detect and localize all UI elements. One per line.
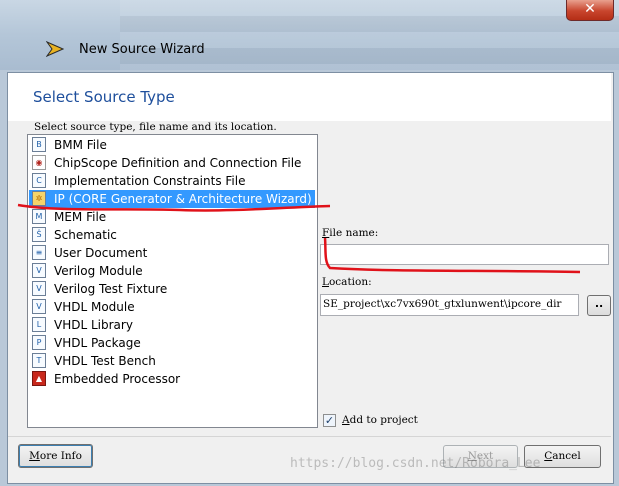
constraints-file-icon: C [32,173,46,188]
source-type-label: Schematic [54,228,117,242]
add-to-project-label-key: A [342,414,350,426]
source-type-item[interactable]: C Implementation Constraints File [29,172,315,190]
source-type-label: VHDL Module [54,300,135,314]
wizard-icon [46,41,64,57]
window-title: New Source Wizard [79,42,205,57]
source-type-item[interactable]: Ŝ Schematic [29,226,315,244]
schematic-icon: Ŝ [32,227,46,242]
page-heading: Select Source Type [33,88,175,106]
source-type-item[interactable]: ◉ ChipScope Definition and Connection Fil… [29,154,315,172]
bmm-file-icon: B [32,137,46,152]
source-type-label: User Document [54,246,148,260]
verilog-module-icon: V [32,263,46,278]
source-type-label: IP (CORE Generator & Architecture Wizard… [54,192,312,206]
close-button[interactable]: ✕ [566,0,614,21]
source-type-label: VHDL Test Bench [54,354,156,368]
source-type-label: Implementation Constraints File [54,174,246,188]
ip-core-icon: ✲ [32,191,46,206]
location-label-key: L [322,276,329,288]
source-type-item[interactable]: V VHDL Module [29,298,315,316]
source-type-item[interactable]: ≡ User Document [29,244,315,262]
source-type-item[interactable]: V Verilog Module [29,262,315,280]
cancel-label: ancel [552,450,581,462]
file-name-label: File name: [322,227,378,239]
watermark-text: https://blog.csdn.net/Robora_Lee [290,456,541,471]
mem-file-icon: M [32,209,46,224]
file-name-input[interactable] [320,244,609,265]
document-icon: ≡ [32,245,46,260]
source-type-label: Verilog Module [54,264,143,278]
file-name-label-text: ile name: [329,227,379,239]
source-type-item[interactable]: L VHDL Library [29,316,315,334]
add-to-project-label-text: dd to project [349,414,418,426]
source-type-item[interactable]: P VHDL Package [29,334,315,352]
source-type-item[interactable]: ✲ IP (CORE Generator & Architecture Wizar… [29,190,315,208]
source-type-label: Verilog Test Fixture [54,282,168,296]
add-to-project-label: Add to project [342,414,418,426]
instruction-text: Select source type, file name and its lo… [34,121,277,133]
source-type-item[interactable]: B BMM File [29,136,315,154]
source-type-label: Embedded Processor [54,372,181,386]
more-info-button[interactable]: More Info [18,444,93,468]
source-type-label: ChipScope Definition and Connection File [54,156,302,170]
embedded-processor-icon: ▲ [32,371,46,386]
title-bar [0,0,619,70]
source-type-item[interactable]: T VHDL Test Bench [29,352,315,370]
source-type-item[interactable]: ▲ Embedded Processor [29,370,315,388]
vhdl-testbench-icon: T [32,353,46,368]
more-info-key: M [29,450,40,462]
browse-button[interactable]: .. [587,295,611,316]
source-type-label: MEM File [54,210,107,224]
background-window-content [120,0,619,70]
chipscope-icon: ◉ [32,155,46,170]
verilog-test-icon: V [32,281,46,296]
source-type-list[interactable]: B BMM File ◉ ChipScope Definition and Conne… [27,134,318,428]
source-type-item[interactable]: M MEM File [29,208,315,226]
more-info-label: ore Info [39,450,82,462]
source-type-label: BMM File [54,138,107,152]
source-type-label: VHDL Library [54,318,133,332]
source-type-item[interactable]: V Verilog Test Fixture [29,280,315,298]
vhdl-module-icon: V [32,299,46,314]
bottom-separator [8,436,611,437]
location-label-text: ocation: [328,276,372,288]
vhdl-package-icon: P [32,335,46,350]
location-label: Location: [322,276,372,288]
add-to-project-checkbox[interactable]: ✓ [323,414,336,427]
source-type-label: VHDL Package [54,336,141,350]
location-input[interactable]: SE_project\xc7vx690t_gtxlunwent\ipcore_d… [320,294,579,316]
vhdl-library-icon: L [32,317,46,332]
